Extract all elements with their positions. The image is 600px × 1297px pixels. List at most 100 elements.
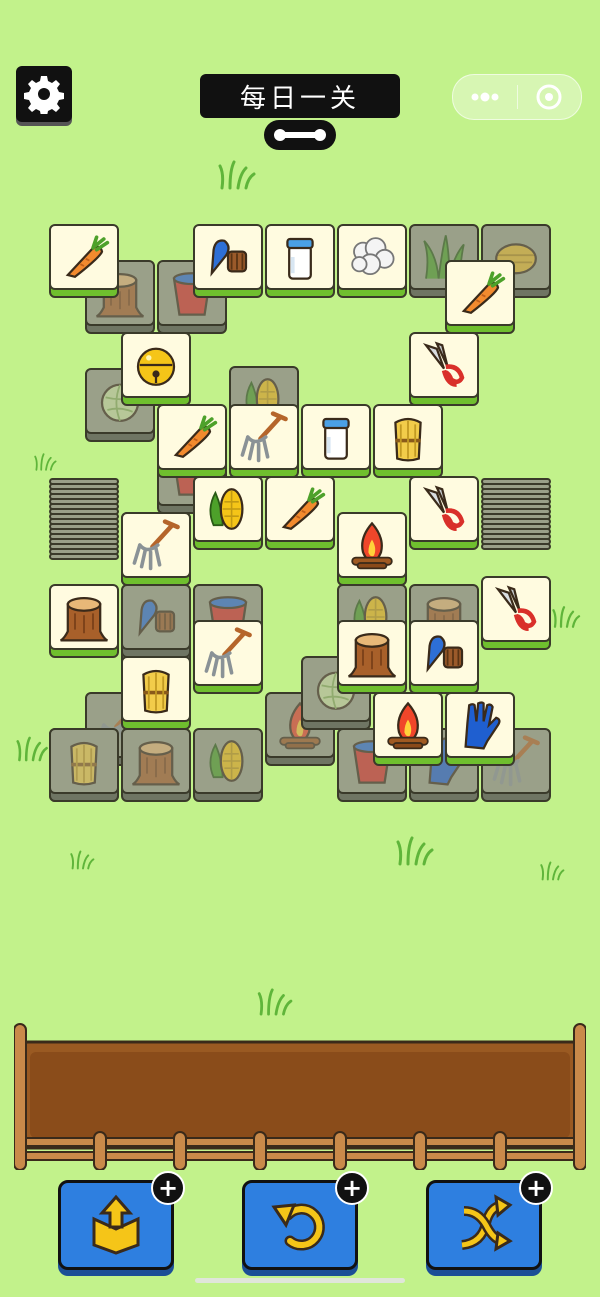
tile-carrot[interactable] [49,224,119,298]
tile-face [121,584,191,650]
tile-face [193,620,263,686]
tile-campfire[interactable] [337,512,407,586]
tile-face [445,260,515,326]
tile-wheat [49,728,119,802]
campfire-icon [381,698,435,752]
tile-wool[interactable] [337,224,407,298]
tile-face [337,224,407,290]
tile-shears[interactable] [409,476,479,550]
tile-face [481,576,551,642]
tile-pitchfork[interactable] [229,404,299,478]
shift-out-button[interactable]: + [58,1171,185,1270]
stump-icon [57,590,111,644]
tile-milk[interactable] [265,224,335,298]
tile-face [193,728,263,794]
bell-icon [129,338,183,392]
tile-face [337,512,407,578]
wheat-icon [381,410,435,464]
shears-icon [417,482,471,536]
brush-icon [129,590,183,644]
tile-face [121,656,191,722]
add-shuffle-button[interactable]: + [519,1171,553,1205]
glove-icon [453,698,507,752]
undo-button[interactable]: + [242,1171,369,1270]
wheat-icon [129,662,183,716]
tile-face [49,584,119,650]
tile-corn[interactable] [193,476,263,550]
corn-icon [201,482,255,536]
milk-icon [273,230,327,284]
box-up-arrow-icon [92,1194,140,1255]
pitchfork-icon [129,518,183,572]
campfire-icon [345,518,399,572]
tile-carrot[interactable] [265,476,335,550]
carrot-icon [453,266,507,320]
tile-face [301,404,371,470]
shears-icon [417,338,471,392]
tile-glove[interactable] [445,692,515,766]
tile-face [193,476,263,542]
shuffle-arrows-icon [461,1194,513,1252]
stack-layer [481,543,551,550]
tile-bell[interactable] [121,332,191,406]
tile-stump[interactable] [49,584,119,658]
tile-face [121,332,191,398]
pitchfork-icon [201,626,255,680]
corn-icon [201,734,255,788]
tile-face [409,476,479,542]
tile-face [229,404,299,470]
tile-face [409,332,479,398]
brush-icon [417,626,471,680]
shuffle-button[interactable]: + [426,1171,553,1270]
tile-brush[interactable] [409,620,479,694]
tile-face [373,692,443,758]
tile-campfire[interactable] [373,692,443,766]
carrot-icon [273,482,327,536]
tile-face [445,692,515,758]
tile-milk[interactable] [301,404,371,478]
tile-face [157,404,227,470]
tile-shears[interactable] [409,332,479,406]
pitchfork-icon [237,410,291,464]
tile-tray [13,1020,587,1171]
tile-board [0,0,600,900]
carrot-icon [165,410,219,464]
tile-face [121,512,191,578]
wheat-icon [57,734,111,788]
shears-icon [489,582,543,636]
tile-wheat[interactable] [121,656,191,730]
stump-icon [345,626,399,680]
brush-icon [201,230,255,284]
tile-face [265,224,335,290]
milk-icon [309,410,363,464]
add-undo-button[interactable]: + [335,1171,369,1205]
tile-face [265,476,335,542]
tile-shears[interactable] [481,576,551,650]
tile-stump [121,728,191,802]
tile-brush [121,584,191,658]
add-shift-out-button[interactable]: + [151,1171,185,1205]
tile-face [373,404,443,470]
undo-arrow-icon [271,1203,325,1251]
tile-face [409,620,479,686]
carrot-icon [57,230,111,284]
tile-pitchfork[interactable] [193,620,263,694]
tile-corn [193,728,263,802]
tile-face [49,224,119,290]
tile-carrot[interactable] [157,404,227,478]
tile-face [49,728,119,794]
wool-icon [345,230,399,284]
tile-pitchfork[interactable] [121,512,191,586]
tile-face [337,620,407,686]
tile-brush[interactable] [193,224,263,298]
stump-icon [129,734,183,788]
right-tile-stack [481,478,551,550]
tile-face [121,728,191,794]
home-indicator [195,1278,405,1283]
stack-layer [49,553,119,560]
tile-carrot[interactable] [445,260,515,334]
tile-face [193,224,263,290]
tile-stump[interactable] [337,620,407,694]
grass-tuft-icon [256,988,296,1016]
tile-wheat[interactable] [373,404,443,478]
